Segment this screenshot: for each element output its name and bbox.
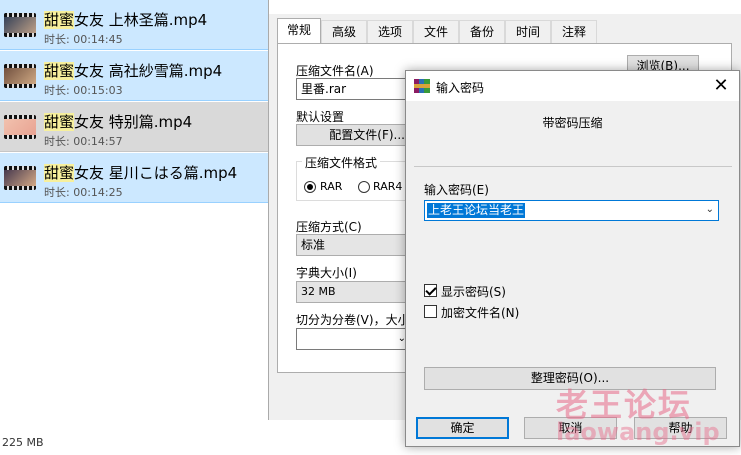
file-name: 甜蜜女友 星川こはる篇.mp4 xyxy=(44,162,237,183)
password-dialog-title: 输入密码 xyxy=(436,81,485,95)
ok-button[interactable]: 确定 xyxy=(416,417,509,439)
file-list: 甜蜜女友 上林圣篇.mp4 时长: 00:14:45 甜蜜女友 高社紗雪篇.mp… xyxy=(0,0,300,205)
close-icon[interactable]: ✕ xyxy=(703,71,739,101)
file-name: 甜蜜女友 上林圣篇.mp4 xyxy=(44,9,207,30)
tab-files[interactable]: 文件 xyxy=(413,20,459,43)
archive-name-field[interactable]: 里番.rar xyxy=(296,78,416,100)
split-volumes-select[interactable]: ⌄ xyxy=(296,328,411,350)
divider xyxy=(414,166,732,167)
file-row[interactable]: 甜蜜女友 上林圣篇.mp4 时长: 00:14:45 xyxy=(0,0,300,50)
file-row[interactable]: 甜蜜女友 高社紗雪篇.mp4 时长: 00:15:03 xyxy=(0,51,300,101)
format-rar4-radio[interactable] xyxy=(358,181,370,193)
default-settings-label: 默认设置 xyxy=(296,110,345,124)
tab-advanced[interactable]: 高级 xyxy=(321,20,367,43)
format-rar-radio[interactable] xyxy=(304,181,316,193)
tab-time[interactable]: 时间 xyxy=(505,20,551,43)
format-group-label: 压缩文件格式 xyxy=(302,154,381,171)
password-input[interactable]: 上老王论坛当老王 ⌄ xyxy=(424,200,719,221)
password-dialog-titlebar[interactable]: 输入密码 ✕ xyxy=(406,71,739,101)
search-highlight: 甜蜜 xyxy=(44,11,75,29)
file-name-rest: 女友 上林圣篇.mp4 xyxy=(74,11,208,29)
tab-backup[interactable]: 备份 xyxy=(459,20,505,43)
file-duration: 时长: 00:14:57 xyxy=(44,135,123,148)
show-password-checkbox[interactable] xyxy=(424,284,437,297)
status-bar-size: 225 MB xyxy=(2,436,44,449)
password-dialog-heading: 带密码压缩 xyxy=(542,116,603,130)
video-thumbnail xyxy=(4,64,36,88)
file-duration: 时长: 00:14:25 xyxy=(44,186,123,199)
archive-dialog-titlebar[interactable] xyxy=(269,0,741,14)
file-row[interactable]: 甜蜜女友 星川こはる篇.mp4 时长: 00:14:25 xyxy=(0,153,300,203)
search-highlight: 甜蜜 xyxy=(44,62,75,80)
compression-method-label: 压缩方式(C) xyxy=(296,220,362,234)
dictionary-size-label: 字典大小(I) xyxy=(296,266,357,280)
video-thumbnail xyxy=(4,166,36,190)
show-password-label[interactable]: 显示密码(S) xyxy=(441,283,506,300)
profiles-button[interactable]: 配置文件(F)... xyxy=(296,124,408,146)
file-name-rest: 女友 高社紗雪篇.mp4 xyxy=(74,62,223,80)
encrypt-filenames-checkbox[interactable] xyxy=(424,305,437,318)
winrar-icon xyxy=(414,79,430,93)
dictionary-size-select[interactable]: 32 MB xyxy=(296,281,411,303)
search-highlight: 甜蜜 xyxy=(44,113,75,131)
format-rar-label: RAR xyxy=(320,180,343,193)
file-name: 甜蜜女友 高社紗雪篇.mp4 xyxy=(44,60,222,81)
tab-options[interactable]: 选项 xyxy=(367,20,413,43)
archive-name-label: 压缩文件名(A) xyxy=(296,64,374,78)
tab-comment[interactable]: 注释 xyxy=(551,20,597,43)
encrypt-filenames-label[interactable]: 加密文件名(N) xyxy=(441,304,519,321)
file-name-rest: 女友 星川こはる篇.mp4 xyxy=(74,164,238,182)
video-thumbnail xyxy=(4,13,36,37)
file-name: 甜蜜女友 特别篇.mp4 xyxy=(44,111,192,132)
file-name-rest: 女友 特别篇.mp4 xyxy=(74,113,193,131)
format-rar4-label: RAR4 xyxy=(373,180,403,193)
file-duration: 时长: 00:14:45 xyxy=(44,33,123,46)
watermark-url: laowang.vip xyxy=(556,418,720,446)
chevron-down-icon[interactable]: ⌄ xyxy=(706,204,714,215)
split-volumes-label: 切分为分卷(V)，大小 xyxy=(296,313,410,327)
compression-method-select[interactable]: 标准 xyxy=(296,234,411,256)
video-thumbnail xyxy=(4,115,36,139)
search-highlight: 甜蜜 xyxy=(44,164,75,182)
file-duration: 时长: 00:15:03 xyxy=(44,84,123,97)
password-input-label: 输入密码(E) xyxy=(424,183,489,197)
file-row-selected[interactable]: 甜蜜女友 特别篇.mp4 时长: 00:14:57 xyxy=(0,102,300,152)
password-input-value: 上老王论坛当老王 xyxy=(427,203,526,218)
tab-general[interactable]: 常规 xyxy=(277,18,321,44)
